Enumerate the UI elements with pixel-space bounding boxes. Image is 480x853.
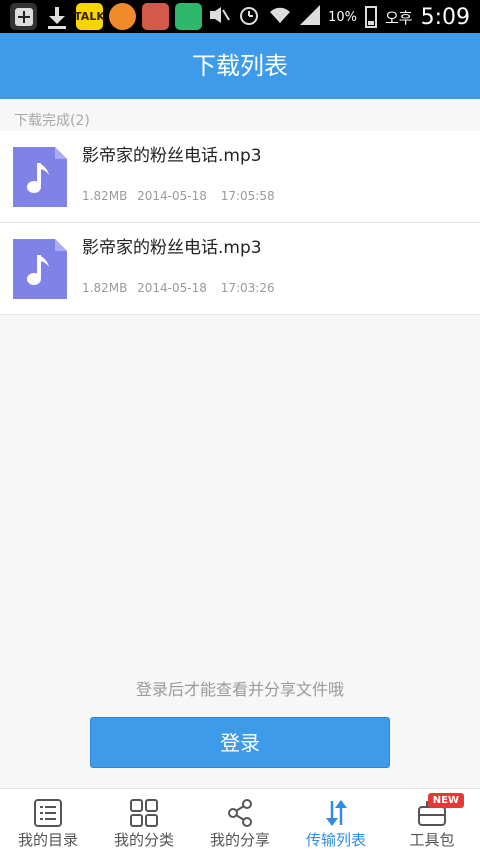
file-meta: 1.82MB 2014-05-18 17:03:26	[82, 281, 275, 295]
tab-label: 我的目录	[17, 831, 78, 849]
file-meta: 1.82MB 2014-05-18 17:05:58	[82, 189, 275, 203]
tab-toolbox[interactable]: NEW 工具包	[384, 789, 480, 853]
file-size: 1.82MB	[82, 281, 128, 295]
tab-label: 工具包	[409, 831, 455, 849]
orange-app-icon	[109, 3, 136, 30]
file-size: 1.82MB	[82, 189, 128, 203]
tab-my-shares[interactable]: 我的分享	[192, 789, 288, 853]
file-time: 17:05:58	[220, 189, 275, 203]
battery-icon	[364, 6, 377, 28]
transfer-icon	[326, 800, 347, 826]
notification-icons: TALK	[10, 3, 202, 30]
tab-my-directory[interactable]: 我的目录	[0, 789, 96, 853]
tab-transfer-list[interactable]: 传输列表	[288, 789, 384, 853]
file-name: 影帝家的粉丝电话.mp3	[82, 238, 262, 258]
list-item[interactable]: 影帝家的粉丝电话.mp3 1.82MB 2014-05-18 17:03:26	[0, 223, 480, 315]
tab-my-categories[interactable]: 我的分类	[96, 789, 192, 853]
grid-icon	[130, 799, 158, 827]
page-title: 下载列表	[0, 33, 480, 99]
file-time: 17:03:26	[220, 281, 275, 295]
am-pm-label: 오후	[384, 8, 413, 27]
share-icon	[228, 799, 252, 827]
kakaotalk-icon: TALK	[74, 3, 105, 30]
login-prompt: 登录后才能查看并分享文件哦	[135, 680, 344, 699]
battery-percent: 10%	[328, 9, 357, 25]
avatar-app-icon	[142, 3, 169, 30]
download-list: 影帝家的粉丝电话.mp3 1.82MB 2014-05-18 17:05:58 …	[0, 131, 480, 315]
download-icon	[43, 3, 70, 30]
new-badge: NEW	[427, 793, 464, 808]
mute-icon	[208, 5, 230, 29]
tab-label: 传输列表	[305, 831, 366, 849]
clock: 5:09	[420, 4, 470, 30]
login-button[interactable]: 登录	[90, 717, 390, 768]
game-app-icon	[175, 3, 202, 30]
tab-label: 我的分类	[113, 831, 174, 849]
file-name: 影帝家的粉丝电话.mp3	[82, 146, 262, 166]
alarm-icon	[238, 4, 260, 30]
wifi-icon	[268, 5, 292, 29]
add-icon	[10, 3, 37, 30]
music-file-icon	[13, 147, 67, 207]
file-date: 2014-05-18	[137, 281, 207, 295]
signal-icon	[300, 5, 321, 29]
bottom-tab-bar: 我的目录 我的分类 我的分享 传输列表 NEW 工具包	[0, 788, 480, 853]
music-file-icon	[13, 239, 67, 299]
system-status: 10% 오후 5:09	[208, 4, 470, 30]
section-header-completed: 下载完成(2)	[14, 113, 90, 129]
tab-label: 我的分享	[209, 831, 270, 849]
list-item[interactable]: 影帝家的粉丝电话.mp3 1.82MB 2014-05-18 17:05:58	[0, 131, 480, 223]
file-date: 2014-05-18	[137, 189, 207, 203]
status-bar: TALK 10% 오후 5:09	[0, 0, 480, 33]
list-icon	[34, 799, 62, 827]
